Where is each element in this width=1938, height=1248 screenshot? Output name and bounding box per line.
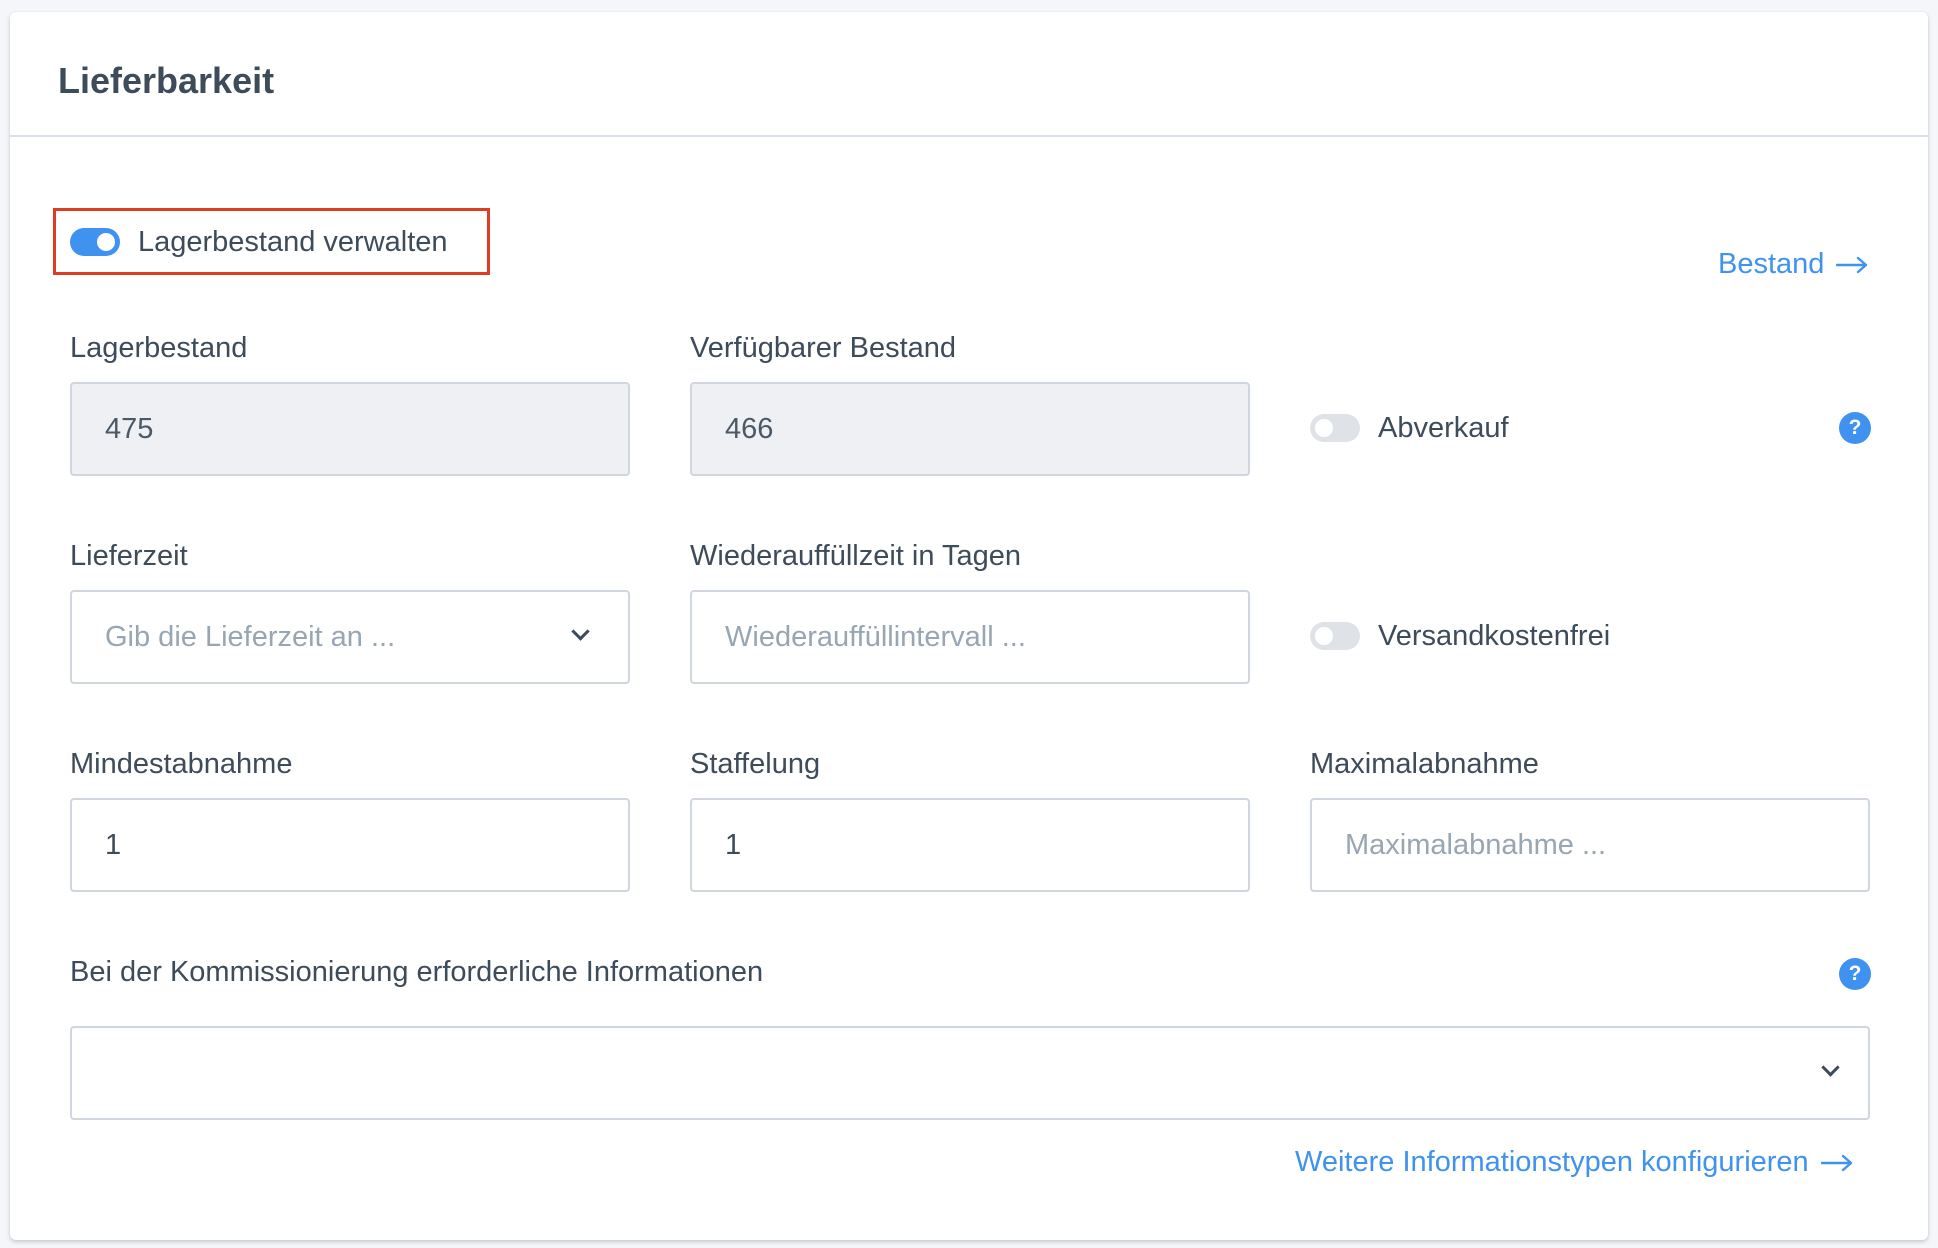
restock-time-label: Wiederauffüllzeit in Tagen xyxy=(690,540,1022,572)
card-header: Lieferbarkeit xyxy=(10,12,1928,137)
help-icon[interactable]: ? xyxy=(1839,958,1871,990)
delivery-time-label: Lieferzeit xyxy=(70,540,188,572)
free-shipping-label: Versandkostenfrei xyxy=(1378,620,1611,652)
clearance-sale-toggle[interactable] xyxy=(1310,414,1360,442)
free-shipping-toggle[interactable] xyxy=(1310,622,1360,650)
manage-stock-label: Lagerbestand verwalten xyxy=(138,226,448,258)
toggle-knob xyxy=(1315,627,1333,645)
chevron-down-icon xyxy=(1821,1058,1840,1077)
toggle-knob xyxy=(97,233,115,251)
stock-value: 475 xyxy=(105,412,154,445)
stock-input: 475 xyxy=(70,382,630,476)
arrow-right-icon xyxy=(1820,1154,1852,1171)
help-icon[interactable]: ? xyxy=(1839,412,1871,444)
restock-time-placeholder: Wiederauffüllintervall ... xyxy=(725,620,1026,653)
picking-info-select[interactable] xyxy=(70,1026,1870,1120)
card-title: Lieferbarkeit xyxy=(58,60,275,101)
available-stock-label: Verfügbarer Bestand xyxy=(690,332,957,364)
toggle-knob xyxy=(1315,419,1333,437)
purchase-steps-value: 1 xyxy=(725,828,742,861)
manage-stock-toggle[interactable] xyxy=(70,228,120,256)
max-purchase-label: Maximalabnahme xyxy=(1310,748,1539,780)
available-stock-value: 466 xyxy=(725,412,774,445)
delivery-time-placeholder: Gib die Lieferzeit an ... xyxy=(105,620,396,653)
picking-info-label: Bei der Kommissionierung erforderliche I… xyxy=(70,956,764,988)
stock-link-label: Bestand xyxy=(1718,248,1825,280)
configure-info-types-label: Weitere Informationstypen konfigurieren xyxy=(1295,1146,1809,1178)
stock-label: Lagerbestand xyxy=(70,332,248,364)
min-purchase-value: 1 xyxy=(105,828,122,861)
configure-info-types-link[interactable]: Weitere Informationstypen konfigurieren xyxy=(1295,1146,1853,1179)
min-purchase-input[interactable]: 1 xyxy=(70,798,630,892)
arrow-right-icon xyxy=(1836,256,1868,273)
chevron-down-icon xyxy=(571,622,590,641)
max-purchase-input[interactable]: Maximalabnahme ... xyxy=(1310,798,1870,892)
restock-time-input[interactable]: Wiederauffüllintervall ... xyxy=(690,590,1250,684)
purchase-steps-label: Staffelung xyxy=(690,748,821,780)
purchase-steps-input[interactable]: 1 xyxy=(690,798,1250,892)
min-purchase-label: Mindestabnahme xyxy=(70,748,293,780)
max-purchase-placeholder: Maximalabnahme ... xyxy=(1345,828,1607,861)
availability-card: Lieferbarkeit Lagerbestand verwalten Bes… xyxy=(10,12,1928,1240)
clearance-sale-label: Abverkauf xyxy=(1378,412,1509,444)
stock-link[interactable]: Bestand xyxy=(1718,248,1868,281)
available-stock-input: 466 xyxy=(690,382,1250,476)
delivery-time-select[interactable]: Gib die Lieferzeit an ... xyxy=(70,590,630,684)
